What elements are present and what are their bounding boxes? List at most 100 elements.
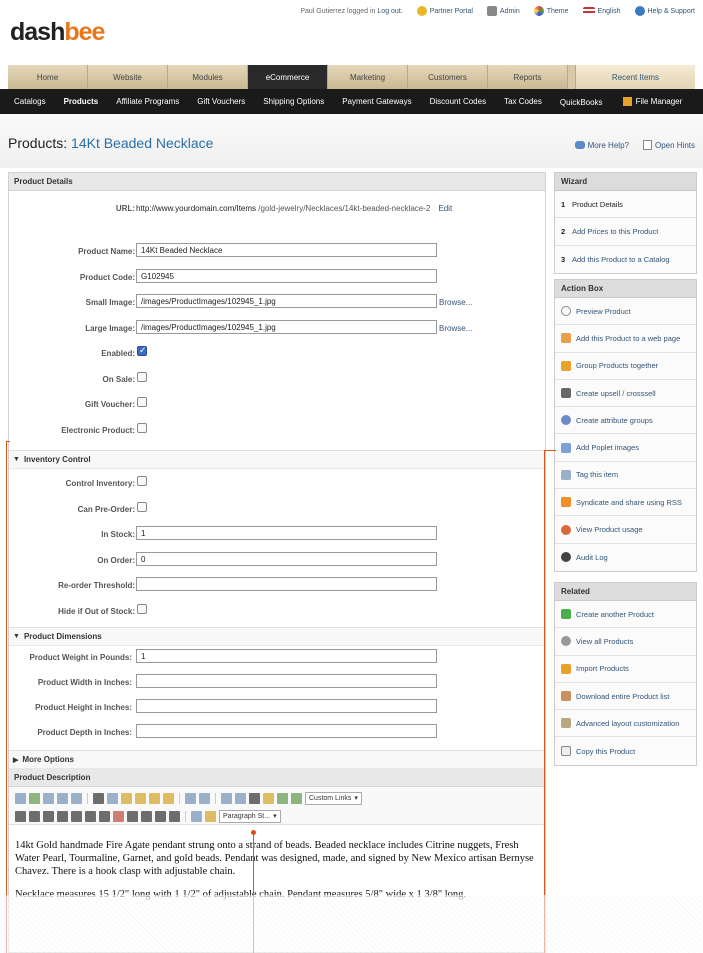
related-advanced-layout[interactable]: Advanced layout customization (555, 710, 696, 738)
related-import-products[interactable]: Import Products (555, 655, 696, 683)
highlight-color-icon[interactable] (205, 811, 216, 822)
open-hints-link[interactable]: Open Hints (642, 140, 695, 150)
unordered-list-icon[interactable] (169, 811, 180, 822)
tab-website[interactable]: Website (88, 65, 168, 89)
tab-customers[interactable]: Customers (408, 65, 488, 89)
tab-reports[interactable]: Reports (488, 65, 568, 89)
admin-link[interactable]: Admin (486, 6, 520, 16)
wizard-step-1[interactable]: 1 Product Details (555, 191, 696, 219)
language-link[interactable]: English (582, 7, 621, 15)
subnav-quickbooks[interactable]: QuickBooks (560, 96, 632, 107)
align-right-icon[interactable] (85, 811, 96, 822)
wizard-step-3[interactable]: 3 Add this Product to a Catalog (555, 245, 696, 273)
save-icon[interactable] (15, 793, 26, 804)
paste-html-icon[interactable] (163, 793, 174, 804)
subnav-affiliate-programs[interactable]: Affiliate Programs (116, 97, 179, 106)
tab-marketing[interactable]: Marketing (328, 65, 408, 89)
cut-icon[interactable] (93, 793, 104, 804)
outdent-icon[interactable] (141, 811, 152, 822)
action-tag-item[interactable]: Tag this item (555, 461, 696, 490)
action-create-upsell[interactable]: Create upsell / crosssell (555, 379, 696, 408)
height-input[interactable] (136, 699, 437, 713)
paragraph-style-dropdown[interactable]: Paragraph St... ▾ (219, 810, 281, 823)
more-options-toggle[interactable]: ▶ More Options (9, 750, 545, 769)
subnav-discount-codes[interactable]: Discount Codes (430, 97, 486, 106)
copy-icon[interactable] (107, 793, 118, 804)
link-icon[interactable] (277, 793, 288, 804)
dashbee-logo[interactable]: dashbee (10, 18, 105, 47)
action-add-to-web-page[interactable]: Add this Product to a web page (555, 325, 696, 353)
subnav-shipping-options[interactable]: Shipping Options (263, 97, 324, 106)
font-color-icon[interactable] (191, 811, 202, 822)
subnav-gift-vouchers[interactable]: Gift Vouchers (197, 97, 245, 106)
related-create-product[interactable]: Create another Product (555, 601, 696, 629)
action-preview-product[interactable]: Preview Product (555, 298, 696, 326)
ordered-list-icon[interactable] (155, 811, 166, 822)
small-image-input[interactable]: /images/ProductImages/102945_1.jpg (136, 294, 437, 308)
subnav-products[interactable]: Products (64, 97, 99, 106)
large-image-browse-link[interactable]: Browse... (439, 324, 472, 333)
bold-icon[interactable] (15, 811, 26, 822)
underline-icon[interactable] (43, 811, 54, 822)
product-dimensions-toggle[interactable]: ▼ Product Dimensions (9, 627, 545, 646)
special-char-icon[interactable] (249, 793, 260, 804)
control-inventory-checkbox[interactable] (137, 476, 147, 486)
action-syndicate-rss[interactable]: Syndicate and share using RSS (555, 489, 696, 517)
reorder-threshold-input[interactable] (136, 577, 437, 591)
related-copy-product[interactable]: Copy this Product (555, 737, 696, 765)
tab-modules[interactable]: Modules (168, 65, 248, 89)
on-order-input[interactable]: 0 (136, 551, 437, 566)
italic-icon[interactable] (29, 811, 40, 822)
partner-portal-link[interactable]: Partner Portal (416, 6, 473, 16)
document-icon[interactable] (71, 793, 82, 804)
image-icon[interactable] (221, 793, 232, 804)
strikethrough-icon[interactable] (113, 811, 124, 822)
in-stock-input[interactable]: 1 (136, 526, 437, 540)
gift-voucher-checkbox[interactable] (137, 397, 147, 407)
spellcheck-icon[interactable] (29, 793, 40, 804)
action-add-poplet-images[interactable]: Add Poplet images (555, 434, 696, 462)
on-sale-checkbox[interactable] (137, 371, 147, 382)
justify-icon[interactable] (99, 811, 110, 822)
electronic-product-checkbox[interactable] (137, 422, 147, 433)
theme-link[interactable]: Theme (533, 6, 569, 16)
paste-word-icon[interactable] (149, 793, 160, 804)
logout-link[interactable]: Log out. (377, 8, 402, 15)
subnav-file-manager[interactable]: File Manager (636, 97, 683, 106)
action-audit-log[interactable]: Audit Log (555, 543, 696, 571)
url-edit-link[interactable]: Edit (438, 204, 452, 213)
unlink-icon[interactable] (291, 793, 302, 804)
action-view-product-usage[interactable]: View Product usage (555, 516, 696, 544)
redo-icon[interactable] (199, 793, 210, 804)
pre-order-checkbox[interactable] (137, 501, 147, 512)
paste-text-icon[interactable] (135, 793, 146, 804)
depth-input[interactable] (136, 724, 437, 738)
related-view-all-products[interactable]: View all Products (555, 628, 696, 656)
weight-input[interactable]: 1 (136, 649, 437, 663)
large-image-input[interactable]: /images/ProductImages/102945_1.jpg (136, 319, 437, 334)
preview-icon[interactable] (57, 793, 68, 804)
subnav-tax-codes[interactable]: Tax Codes (504, 97, 542, 106)
indent-icon[interactable] (127, 811, 138, 822)
tab-ecommerce[interactable]: eCommerce (248, 65, 328, 89)
wizard-step-2[interactable]: 2 Add Prices to this Product (555, 218, 696, 246)
product-name-input[interactable]: 14Kt Beaded Necklace (136, 243, 437, 257)
table-icon[interactable] (235, 793, 246, 804)
recent-items-tab[interactable]: Recent Items (575, 65, 695, 89)
format-stripper-icon[interactable] (263, 793, 274, 804)
custom-links-dropdown[interactable]: Custom Links ▾ (305, 792, 362, 805)
align-center-icon[interactable] (71, 811, 82, 822)
width-input[interactable] (136, 674, 437, 688)
enabled-checkbox[interactable] (137, 345, 147, 356)
action-group-products[interactable]: Group Products together (555, 352, 696, 380)
product-code-input[interactable]: G102945 (136, 268, 437, 283)
subnav-payment-gateways[interactable]: Payment Gateways (342, 97, 411, 106)
help-support-link[interactable]: Help & Support (634, 6, 695, 16)
find-icon[interactable] (43, 793, 54, 804)
subnav-catalogs[interactable]: Catalogs (14, 97, 46, 106)
more-help-link[interactable]: More Help? (574, 140, 629, 150)
align-left-icon[interactable] (57, 811, 68, 822)
related-download-product-list[interactable]: Download entire Product list (555, 682, 696, 711)
hide-out-of-stock-checkbox[interactable] (137, 603, 147, 614)
inventory-control-toggle[interactable]: ▼ Inventory Control (9, 450, 545, 469)
